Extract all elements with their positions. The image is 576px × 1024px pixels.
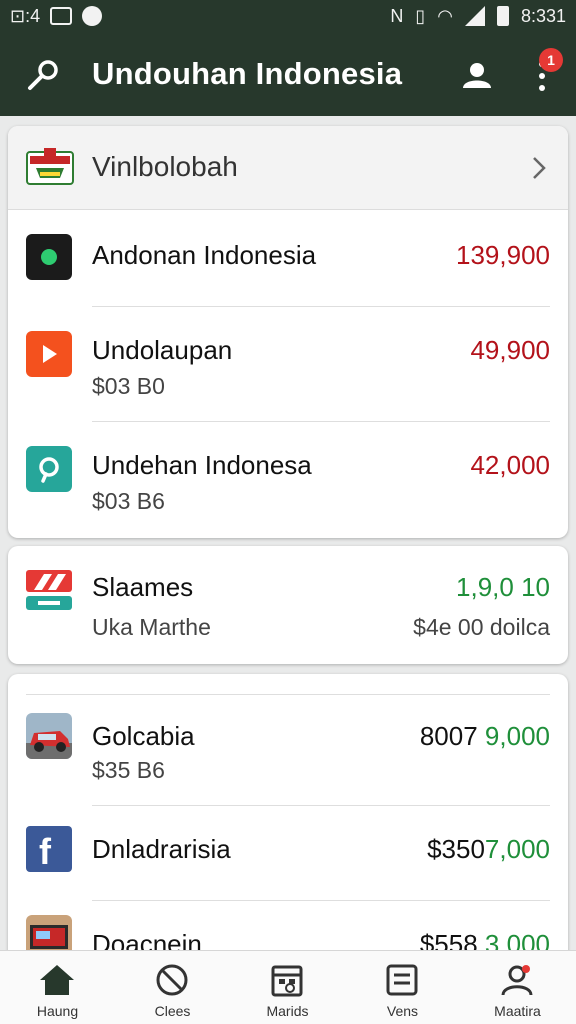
item-amount: 42,000 [470, 450, 550, 480]
item-amount: 139,900 [456, 240, 550, 270]
item-subtitle: $03 B6 [92, 488, 165, 514]
item-name: Undehan Indonesa [92, 450, 312, 480]
nav-label: Clees [154, 1003, 191, 1019]
facebook-icon: f [26, 826, 72, 872]
nav-label: Marids [266, 1003, 309, 1019]
app-title: Undouhan Indonesia [92, 56, 403, 91]
list-item[interactable]: Golcabia $35 B6 8007 9,000 [8, 695, 568, 805]
home-icon [40, 965, 74, 995]
car-photo-icon [26, 713, 72, 759]
nav-label: Vens [386, 1003, 419, 1019]
app-dark-square-icon [26, 234, 72, 280]
item-amount-primary: $350 [427, 834, 485, 864]
nav-item-vens[interactable]: Vens [345, 951, 460, 1024]
item-name: Slaames [92, 572, 194, 602]
calendar-icon [271, 965, 303, 997]
orange-play-icon [26, 331, 72, 377]
accounts-card: Vinlbolobah Andonan Indonesia 139,900 Un… [8, 126, 568, 538]
indonesia-emblem-icon [26, 148, 74, 185]
image-icon [50, 7, 73, 25]
card-header[interactable]: Vinlbolobah [8, 126, 568, 210]
notification-badge: 1 [539, 48, 563, 72]
list-item[interactable]: Undehan Indonesa $03 B6 42,000 [8, 422, 568, 538]
list-item[interactable]: f Dnladrarisia $3507,000 [8, 806, 568, 900]
nav-item-marids[interactable]: Marids [230, 951, 345, 1024]
nav-label: Maatira [494, 1003, 541, 1019]
person-icon [501, 965, 533, 996]
item-name: Andonan Indonesia [92, 240, 317, 270]
item-name: Golcabia [92, 721, 195, 751]
list-item[interactable]: Undolaupan $03 B0 49,900 [8, 307, 568, 421]
item-amount-secondary: 9,000 [484, 721, 550, 751]
item-name: Undolaupan [92, 335, 233, 365]
prohibited-icon [156, 964, 188, 996]
status-left-text: ⊡:4 [10, 6, 41, 26]
search-icon[interactable] [26, 58, 60, 92]
item-subtitle: $03 B0 [92, 373, 165, 399]
vibrate-icon: ▯ [415, 6, 426, 26]
status-time: 8:331 [520, 6, 566, 26]
wifi-icon: ◠ [437, 6, 453, 26]
item-amount-secondary: 7,000 [484, 834, 550, 864]
list-box-icon [386, 964, 418, 996]
list-item[interactable]: Andonan Indonesia 139,900 [8, 210, 568, 306]
card-header-label: Vinlbolobah [92, 151, 238, 182]
item-name: Dnladrarisia [92, 834, 231, 864]
nfc-icon: N [390, 6, 404, 26]
nav-item-home[interactable]: Haung [0, 951, 115, 1024]
transactions-card: Golcabia $35 B6 8007 9,000 f Dnladrarisi… [8, 674, 568, 964]
status-bar: ⊡:4 N ▯ ◠ 8:331 [0, 0, 576, 34]
item-amount: $3507,000 [427, 834, 550, 865]
item-subtitle: Uka Marthe [92, 614, 211, 640]
teal-search-icon [26, 446, 72, 492]
signal-icon [464, 6, 485, 26]
account-icon[interactable] [460, 58, 494, 92]
nav-item-clees[interactable]: Clees [115, 951, 230, 1024]
item-amount-subtitle: $4e 00 doilca [413, 614, 550, 640]
app-bar: Undouhan Indonesia [0, 34, 576, 116]
nav-item-maatira[interactable]: Maatira [460, 951, 575, 1024]
chevron-right-icon[interactable] [528, 154, 550, 182]
notification-icon [82, 6, 103, 26]
item-subtitle: $35 B6 [92, 757, 165, 783]
bottom-navigation: Haung Clees Marids Vens Maatira [0, 950, 576, 1024]
list-item[interactable]: Slaames Uka Marthe 1,9,0 10 $4e 00 doilc… [8, 546, 568, 664]
slaames-logo-icon [26, 570, 72, 610]
item-amount-primary: 8007 [419, 721, 478, 751]
item-amount: 1,9,0 10 [456, 572, 550, 602]
item-amount: 8007 9,000 [420, 721, 550, 752]
summary-card[interactable]: Slaames Uka Marthe 1,9,0 10 $4e 00 doilc… [8, 546, 568, 664]
battery-icon [496, 6, 509, 26]
item-amount: 49,900 [470, 335, 550, 365]
nav-label: Haung [36, 1003, 79, 1019]
